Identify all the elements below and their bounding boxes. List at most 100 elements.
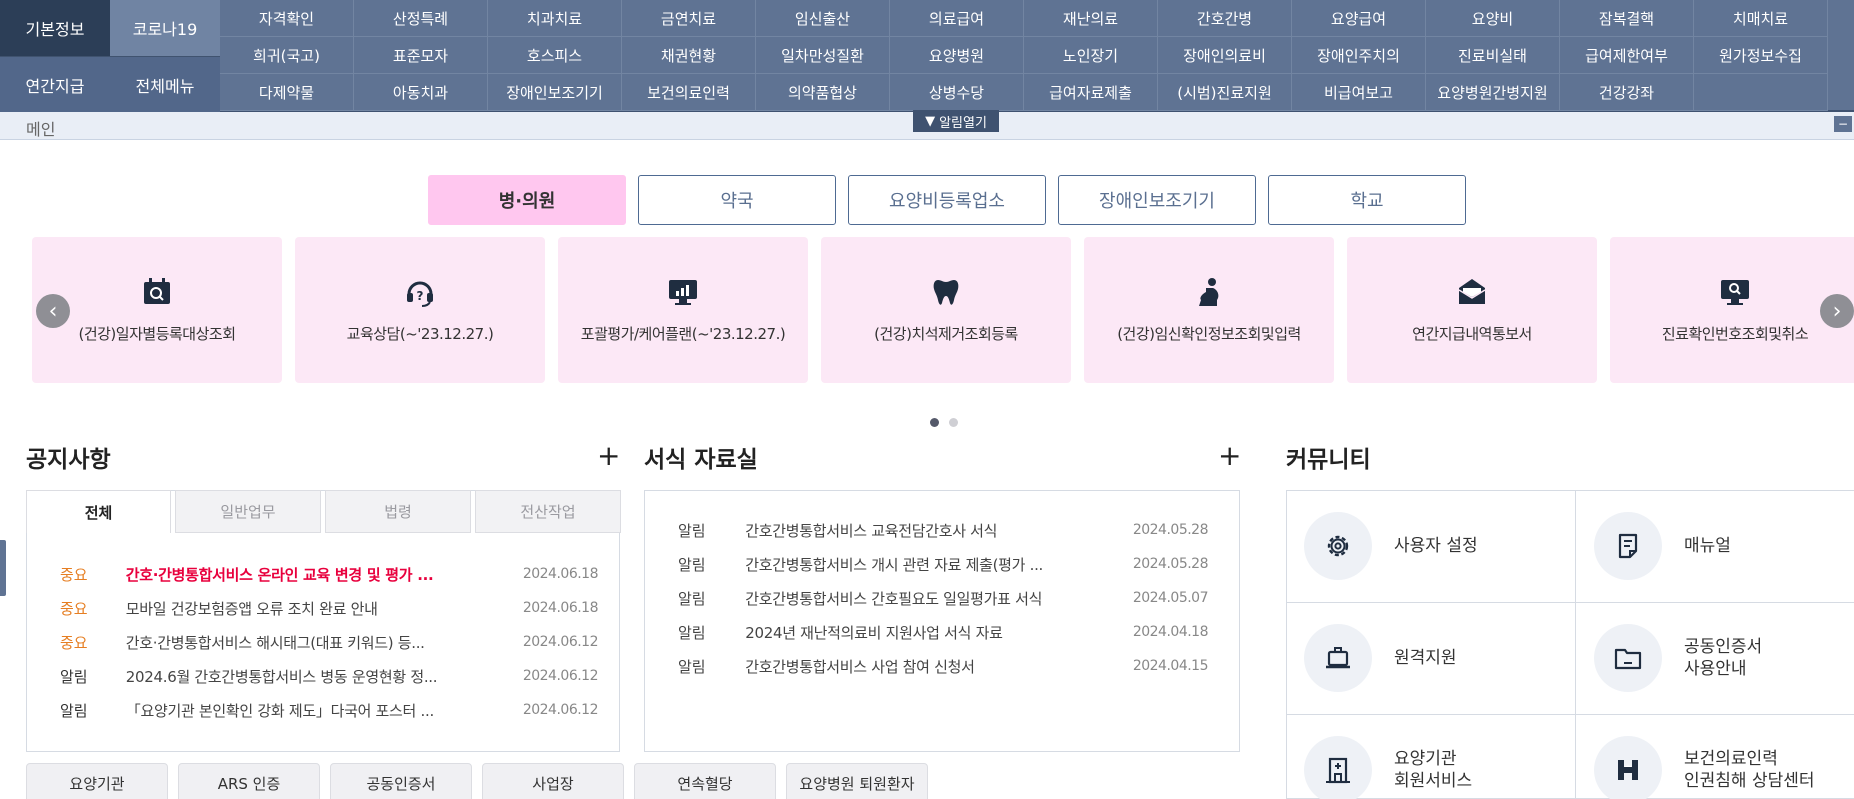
form-row[interactable]: 알림 간호간병통합서비스 교육전담간호사 서식 2024.05.28 bbox=[678, 513, 1209, 547]
nav-menu-item[interactable]: 급여제한여부 bbox=[1560, 37, 1694, 74]
minimize-button[interactable]: − bbox=[1834, 116, 1852, 132]
nav-menu-item[interactable]: 표준모자 bbox=[354, 37, 488, 74]
alarm-toggle-button[interactable]: ▼ 알림열기 bbox=[913, 110, 999, 132]
category-tab[interactable]: 요양비등록업소 bbox=[848, 175, 1046, 225]
nav-menu-item[interactable]: 다제약물 bbox=[220, 74, 354, 111]
forms-title: 서식 자료실 bbox=[644, 447, 758, 473]
top-navigation: 기본정보 코로나19 연간지급 전체메뉴 자격확인 산정특례 치과치료 금연치료 임신출… bbox=[0, 0, 1854, 112]
category-tab[interactable]: 약국 bbox=[638, 175, 836, 225]
nav-menu-item[interactable]: (시범)진료지원 bbox=[1158, 74, 1292, 111]
nav-menu-item[interactable]: 의료급여 bbox=[890, 0, 1024, 37]
nav-menu-item[interactable]: 노인장기 bbox=[1024, 37, 1158, 74]
nav-basic-info-button[interactable]: 기본정보 bbox=[0, 0, 110, 56]
form-date: 2024.05.28 bbox=[1132, 556, 1209, 572]
nav-menu-item[interactable]: 보건의료인력 bbox=[622, 74, 756, 111]
nav-menu-item[interactable]: 급여자료제출 bbox=[1024, 74, 1158, 111]
bottom-quick-button[interactable]: 요양기관 bbox=[26, 763, 168, 799]
quick-menu-card-label: (건강)치석제거조회등록 bbox=[874, 325, 1018, 343]
nav-menu-item[interactable]: 비급여보고 bbox=[1292, 74, 1426, 111]
category-tab[interactable]: 병·의원 bbox=[428, 175, 626, 225]
carousel-pagination bbox=[930, 418, 958, 427]
bottom-quick-button[interactable]: ARS 인증 bbox=[178, 763, 320, 799]
community-item[interactable]: 요양기관 회원서비스 bbox=[1286, 714, 1576, 799]
carousel-dot-2[interactable] bbox=[949, 418, 958, 427]
form-row[interactable]: 알림 간호간병통합서비스 사업 참여 신청서 2024.04.15 bbox=[678, 649, 1209, 683]
nav-menu-item[interactable]: 자격확인 bbox=[220, 0, 354, 37]
nav-menu-item[interactable]: 장애인주치의 bbox=[1292, 37, 1426, 74]
nav-menu-item[interactable]: 건강강좌 bbox=[1560, 74, 1694, 111]
nav-menu-item[interactable]: 장애인보조기기 bbox=[488, 74, 622, 111]
notice-row[interactable]: 중요 간호·간병통합서비스 온라인 교육 변경 및 평가 ... 2024.06.1… bbox=[60, 557, 599, 591]
form-row[interactable]: 알림 2024년 재난적의료비 지원사업 서식 자료 2024.04.18 bbox=[678, 615, 1209, 649]
nav-menu-item[interactable]: 요양비 bbox=[1426, 0, 1560, 37]
nav-menu-item[interactable]: 진료비실태 bbox=[1426, 37, 1560, 74]
notice-row[interactable]: 알림 2024.6월 간호간병통합서비스 병동 운영현황 정... 2024.06.… bbox=[60, 659, 599, 693]
bottom-quick-button[interactable]: 요양병원 퇴원환자 bbox=[786, 763, 928, 799]
quick-menu-card[interactable]: 연간지급내역통보서 bbox=[1347, 237, 1597, 383]
svg-text:?: ? bbox=[417, 289, 424, 303]
nav-menu-item[interactable]: 요양병원 bbox=[890, 37, 1024, 74]
notice-tab[interactable]: 일반업무 bbox=[175, 490, 321, 533]
form-row[interactable]: 알림 간호간병통합서비스 개시 관련 자료 제출(평가 ... 2024.05.28 bbox=[678, 547, 1209, 581]
notice-tab[interactable]: 전체 bbox=[26, 490, 171, 533]
side-panel-handle[interactable] bbox=[0, 540, 6, 596]
category-tab[interactable]: 장애인보조기기 bbox=[1058, 175, 1256, 225]
nav-menu-item[interactable]: 금연치료 bbox=[622, 0, 756, 37]
nav-menu-item[interactable]: 아동치과 bbox=[354, 74, 488, 111]
nav-menu-item[interactable]: 희귀(국고) bbox=[220, 37, 354, 74]
community-item[interactable]: 매뉴얼 bbox=[1576, 490, 1854, 602]
nav-menu-item[interactable]: 의약품협상 bbox=[756, 74, 890, 111]
nav-menu-item[interactable]: 잠복결핵 bbox=[1560, 0, 1694, 37]
nav-menu-item[interactable]: 임신출산 bbox=[756, 0, 890, 37]
nav-menu-item[interactable]: 치과치료 bbox=[488, 0, 622, 37]
bottom-quick-button[interactable]: 공동인증서 bbox=[330, 763, 472, 799]
bottom-quick-button[interactable]: 사업장 bbox=[482, 763, 624, 799]
quick-menu-card[interactable]: (건강)임신확인정보조회및입력 bbox=[1084, 237, 1334, 383]
community-item[interactable]: 사용자 설정 bbox=[1286, 490, 1576, 602]
quick-menu-card[interactable]: (건강)치석제거조회등록 bbox=[821, 237, 1071, 383]
chevron-right-icon: › bbox=[1832, 298, 1842, 324]
form-title-text: 간호간병통합서비스 개시 관련 자료 제출(평가 ... bbox=[745, 555, 1044, 574]
carousel-next-button[interactable]: › bbox=[1820, 294, 1854, 328]
nav-menu-item[interactable]: 산정특례 bbox=[354, 0, 488, 37]
category-tab[interactable]: 학교 bbox=[1268, 175, 1466, 225]
nav-menu-item[interactable]: 간호간병 bbox=[1158, 0, 1292, 37]
notice-row[interactable]: 중요 모바일 건강보험증앱 오류 조치 완료 안내 2024.06.18 bbox=[60, 591, 599, 625]
quick-menu-card-label: (건강)임신확인정보조회및입력 bbox=[1117, 325, 1301, 343]
quick-menu-card[interactable]: ? 교육상담(~'23.12.27.) bbox=[295, 237, 545, 383]
quick-menu-card[interactable]: 포괄평가/케어플랜(~'23.12.27.) bbox=[558, 237, 808, 383]
community-item[interactable]: 원격지원 bbox=[1286, 602, 1576, 714]
nav-menu-item[interactable]: 원가정보수집 bbox=[1694, 37, 1828, 74]
notice-row[interactable]: 중요 간호·간병통합서비스 해시태그(대표 키워드) 등... 2024.06.12 bbox=[60, 625, 599, 659]
nav-menu-item[interactable]: 재난의료 bbox=[1024, 0, 1158, 37]
carousel-dot-1[interactable] bbox=[930, 418, 939, 427]
nav-menu-item[interactable]: 채권현황 bbox=[622, 37, 756, 74]
forms-list: 알림 간호간병통합서비스 교육전담간호사 서식 2024.05.28 알림 간호간병통합… bbox=[678, 513, 1209, 683]
bottom-quick-buttons: 요양기관 ARS 인증 공동인증서 사업장 연속혈당 요양병원 퇴원환자 bbox=[26, 763, 928, 799]
notice-row[interactable]: 알림 「요양기관 본인확인 강화 제도」다국어 포스터 ... 2024.06.12 bbox=[60, 693, 599, 727]
nav-menu-item[interactable]: 장애인의료비 bbox=[1158, 37, 1292, 74]
form-date: 2024.05.28 bbox=[1132, 522, 1209, 538]
bottom-quick-button[interactable]: 연속혈당 bbox=[634, 763, 776, 799]
community-item[interactable]: 보건의료인력 인권침해 상담센터 bbox=[1576, 714, 1854, 799]
quick-menu-card[interactable]: 진료확인번호조회및취소 bbox=[1610, 237, 1854, 383]
breadcrumb: 메인 bbox=[26, 120, 56, 139]
nav-menu-item[interactable]: 요양병원간병지원 bbox=[1426, 74, 1560, 111]
notice-tab[interactable]: 법령 bbox=[325, 490, 471, 533]
nav-covid19-button[interactable]: 코로나19 bbox=[110, 0, 220, 56]
nav-annual-payment-button[interactable]: 연간지급 bbox=[0, 56, 110, 112]
form-title-text: 간호간병통합서비스 간호필요도 일일평가표 서식 bbox=[745, 589, 1043, 608]
nav-menu-item[interactable]: 요양급여 bbox=[1292, 0, 1426, 37]
carousel-prev-button[interactable]: ‹ bbox=[36, 294, 70, 328]
nav-menu-item[interactable]: 일차만성질환 bbox=[756, 37, 890, 74]
community-item[interactable]: 공동인증서 사용안내 bbox=[1576, 602, 1854, 714]
nav-menu-item[interactable]: 치매치료 bbox=[1694, 0, 1828, 37]
nav-menu-item[interactable]: 상병수당 bbox=[890, 74, 1024, 111]
nav-menu-item[interactable]: 호스피스 bbox=[488, 37, 622, 74]
nav-all-menu-button[interactable]: 전체메뉴 bbox=[110, 56, 220, 112]
nav-menu-empty bbox=[1694, 74, 1828, 111]
forms-more-button[interactable]: + bbox=[1218, 442, 1241, 470]
notice-tab[interactable]: 전산작업 bbox=[475, 490, 621, 533]
form-row[interactable]: 알림 간호간병통합서비스 간호필요도 일일평가표 서식 2024.05.07 bbox=[678, 581, 1209, 615]
notice-more-button[interactable]: + bbox=[597, 442, 620, 470]
